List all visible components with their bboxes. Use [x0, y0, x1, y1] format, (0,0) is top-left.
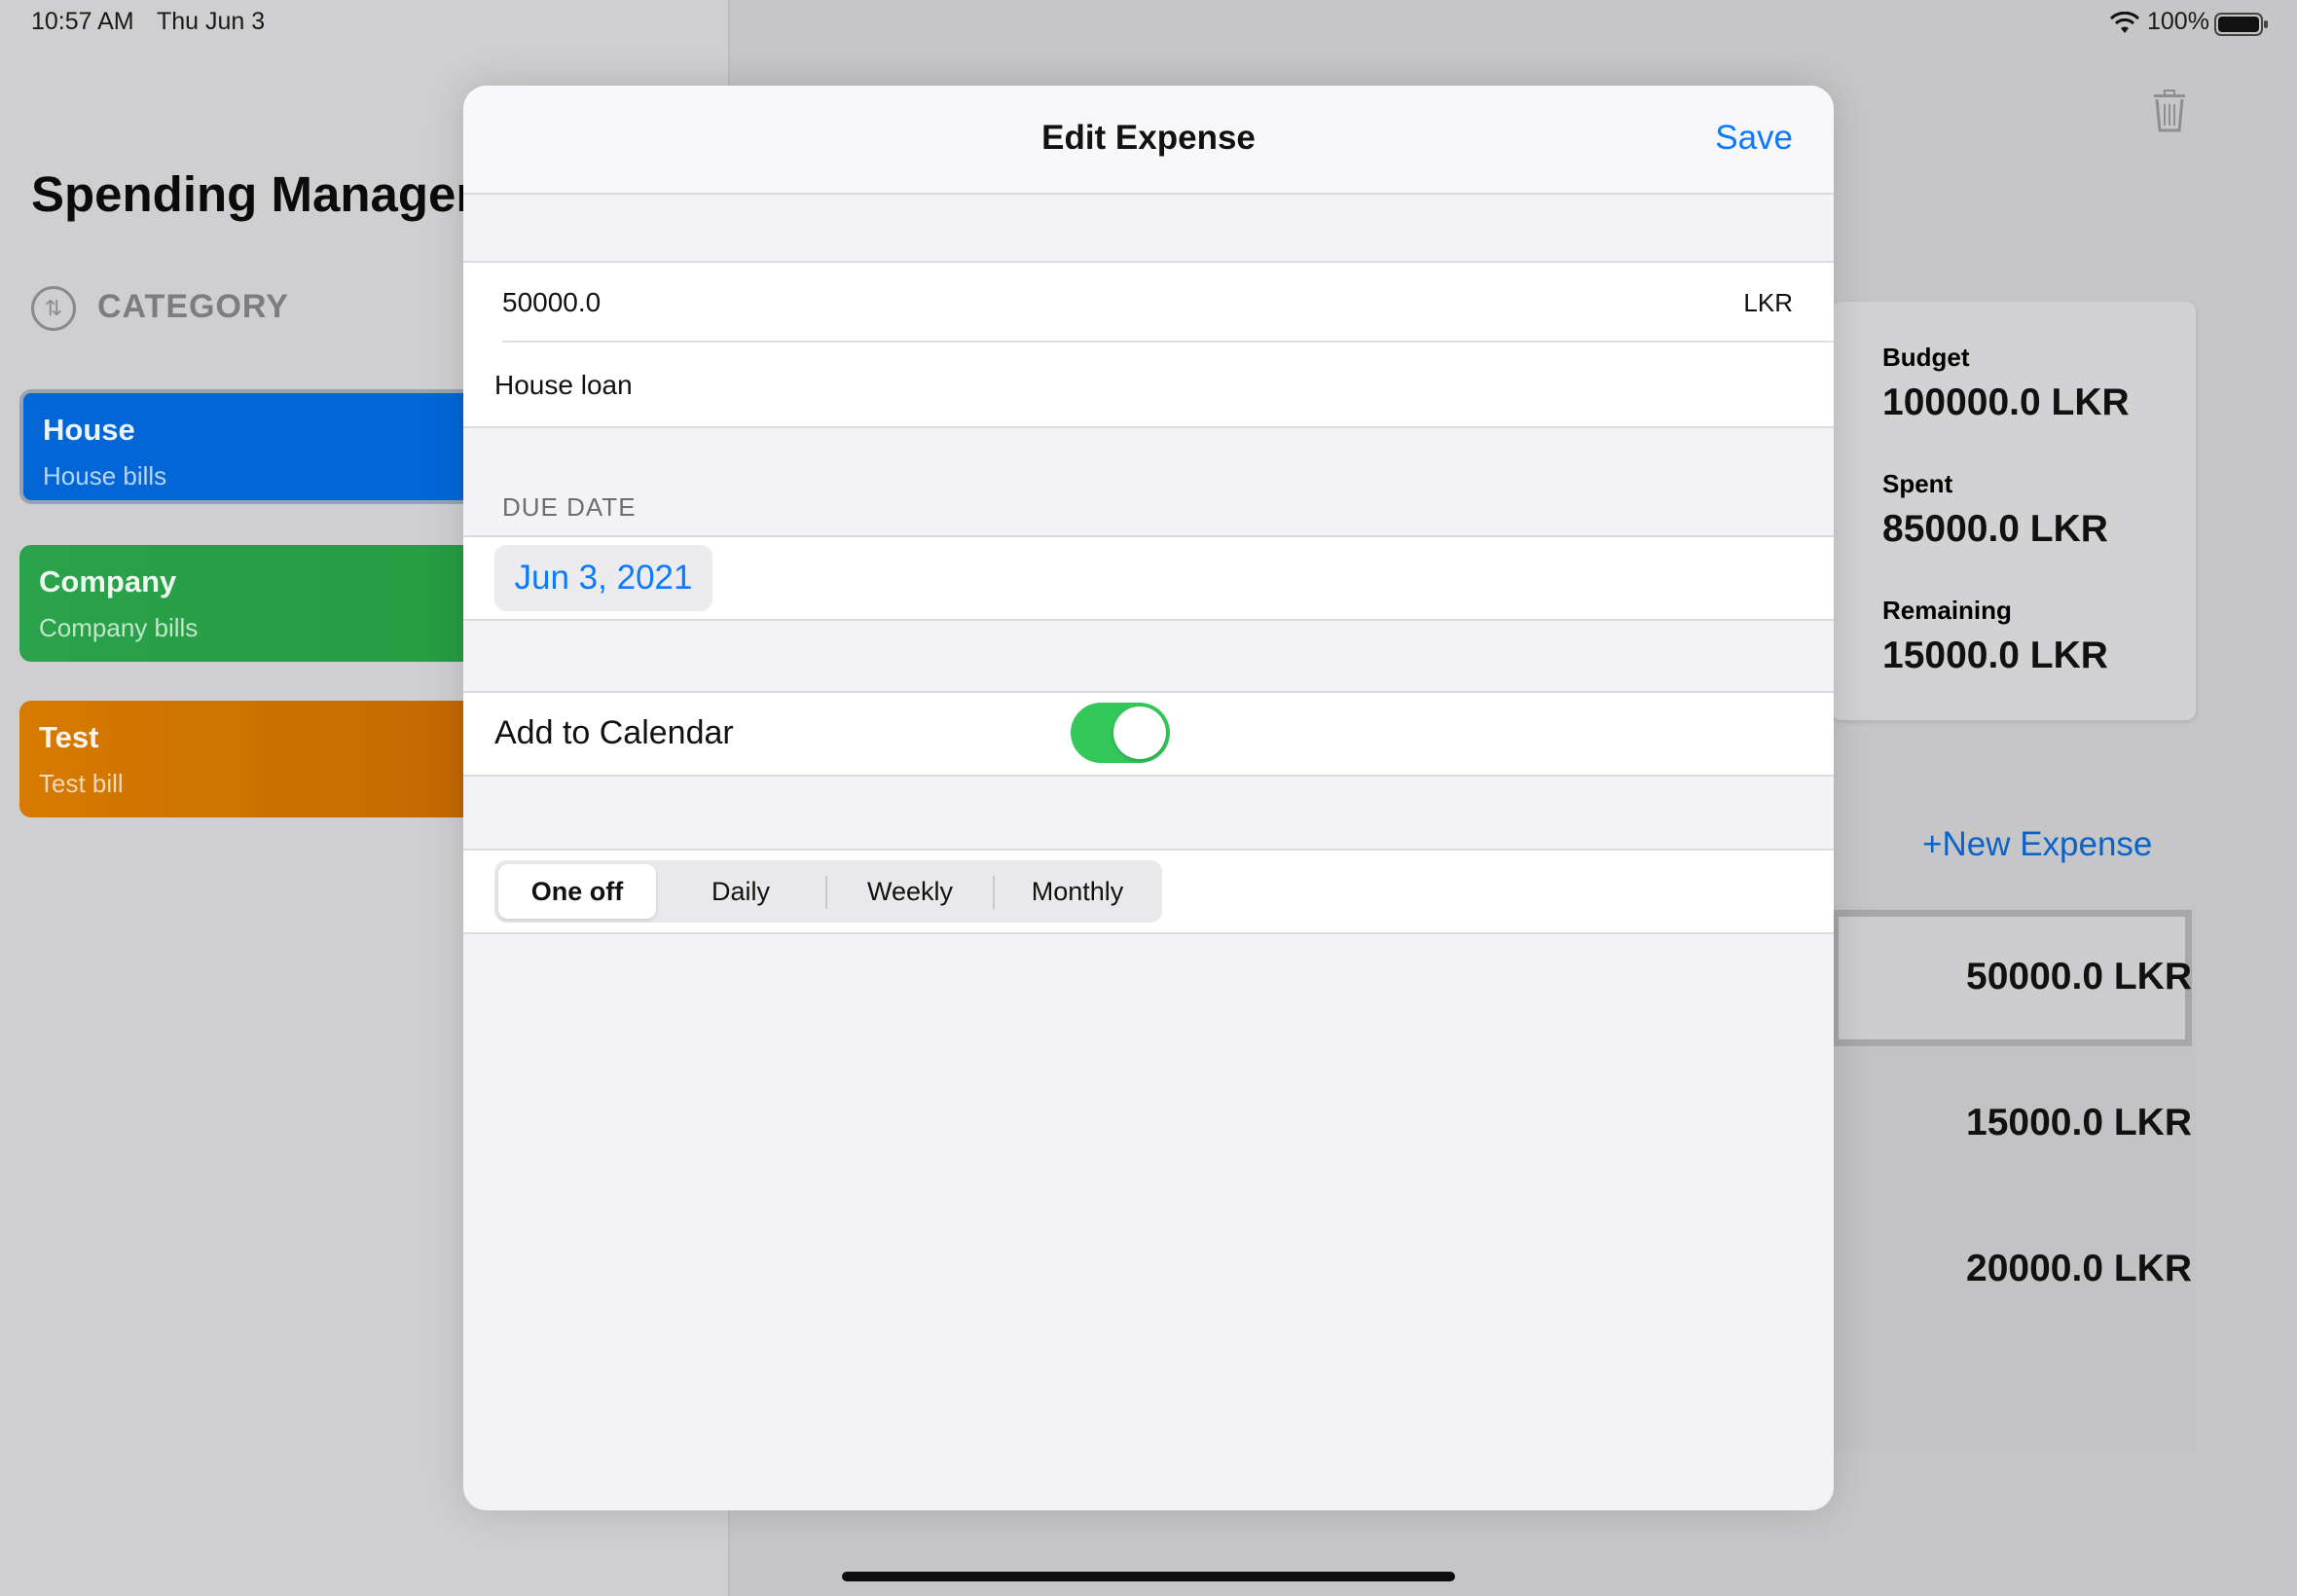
edit-expense-sheet: Edit Expense Save LKR DUE DATE Jun 3, 20…: [463, 86, 1834, 1510]
spent-value: 85000.0 LKR: [1882, 508, 2108, 550]
summary-panel: Budget 100000.0 LKR Spent 85000.0 LKR Re…: [1832, 302, 2196, 720]
segment-divider: [825, 876, 827, 909]
remaining-label: Remaining: [1882, 596, 2012, 625]
trash-icon[interactable]: [2153, 90, 2186, 132]
segment-divider: [993, 876, 995, 909]
amount-field[interactable]: [502, 286, 1378, 319]
segment-weekly[interactable]: Weekly: [829, 864, 991, 919]
expense-amount[interactable]: 20000.0 LKR: [1966, 1248, 2192, 1290]
due-date-header: DUE DATE: [502, 492, 637, 522]
wifi-icon: [2109, 11, 2140, 35]
due-date-picker[interactable]: Jun 3, 2021: [494, 545, 712, 611]
expense-amount[interactable]: 50000.0 LKR: [1966, 956, 2192, 998]
segment-monthly[interactable]: Monthly: [997, 864, 1158, 919]
description-field[interactable]: [494, 368, 1662, 403]
sheet-title: Edit Expense: [1041, 119, 1256, 157]
segment-daily[interactable]: Daily: [660, 864, 821, 919]
recurrence-segmented-control: One off Daily Weekly Monthly: [494, 860, 1162, 923]
currency-label: LKR: [1743, 288, 1793, 317]
app-title: Spending Managem: [31, 166, 500, 222]
sort-icon[interactable]: ⇅: [31, 286, 76, 331]
status-date: Thu Jun 3: [157, 8, 266, 35]
spent-label: Spent: [1882, 469, 1953, 498]
battery-percent: 100%: [2147, 8, 2209, 35]
plus-icon: +: [1922, 825, 1943, 863]
add-to-calendar-toggle[interactable]: [1071, 703, 1170, 763]
divider: [502, 341, 1834, 343]
toggle-knob: [1113, 707, 1166, 759]
add-to-calendar-label: Add to Calendar: [494, 714, 734, 751]
battery-icon: [2214, 12, 2269, 37]
home-indicator[interactable]: [842, 1572, 1455, 1581]
save-button[interactable]: Save: [1715, 119, 1793, 158]
remaining-value: 15000.0 LKR: [1882, 635, 2108, 676]
nav-bar: Edit Expense Save: [463, 86, 1834, 195]
status-time: 10:57 AM: [31, 8, 134, 35]
category-header: CATEGORY: [97, 288, 289, 325]
expense-amount[interactable]: 15000.0 LKR: [1966, 1102, 2192, 1144]
budget-value: 100000.0 LKR: [1882, 381, 2130, 423]
amount-description-section: LKR: [463, 261, 1834, 428]
budget-label: Budget: [1882, 343, 1970, 372]
new-expense-button[interactable]: +New Expense: [1922, 825, 2152, 864]
segment-one-off[interactable]: One off: [498, 864, 656, 919]
new-expense-label: New Expense: [1942, 825, 2153, 863]
